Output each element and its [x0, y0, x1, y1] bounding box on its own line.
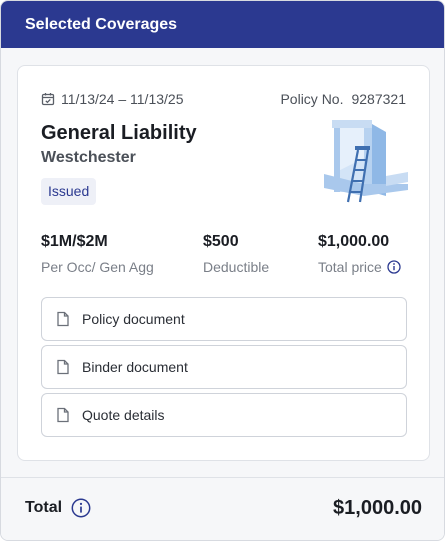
- binder-document-label: Binder document: [82, 359, 188, 375]
- binder-document-button[interactable]: Binder document: [41, 345, 407, 389]
- document-icon: [56, 407, 70, 423]
- info-icon[interactable]: [387, 260, 401, 274]
- document-icon: [56, 311, 70, 327]
- policy-number: Policy No. 9287321: [280, 90, 406, 108]
- deductible-value: $500: [203, 233, 239, 250]
- document-icon: [56, 359, 70, 375]
- policy-document-label: Policy document: [82, 311, 185, 327]
- info-icon[interactable]: [71, 498, 91, 518]
- limit-value: $1M/$2M: [41, 233, 108, 250]
- total-price-value: $1,000.00: [318, 233, 390, 250]
- status-badge: Issued: [41, 178, 97, 205]
- quote-details-button[interactable]: Quote details: [41, 393, 407, 437]
- date-range: 11/13/24 – 11/13/25: [61, 91, 184, 107]
- total-label-group: Total: [25, 495, 91, 521]
- panel-title: Selected Coverages: [25, 16, 178, 33]
- coverage-name: General Liability: [41, 122, 197, 144]
- calendar-check-icon: [41, 92, 55, 106]
- total-label: Total: [25, 499, 63, 516]
- policy-number-label: Policy No.: [280, 91, 344, 107]
- selected-coverages-panel: Selected Coverages 11/13/24 – 11/13/25 P…: [0, 0, 445, 541]
- coverage-card: 11/13/24 – 11/13/25 Policy No. 9287321 Ge…: [17, 65, 430, 461]
- policy-number-value: 9287321: [351, 91, 406, 107]
- limit-label: Per Occ/ Gen Agg: [41, 259, 154, 275]
- quote-details-label: Quote details: [82, 407, 165, 423]
- total-footer: Total $1,000.00: [1, 477, 444, 540]
- coverage-location: Westchester: [41, 149, 136, 166]
- policy-dates: 11/13/24 – 11/13/25: [41, 90, 183, 108]
- total-value: $1,000.00: [333, 497, 422, 519]
- total-price-stat: $1,000.00 Total price: [318, 233, 401, 275]
- deductible-label: Deductible: [203, 259, 270, 275]
- policy-document-button[interactable]: Policy document: [41, 297, 407, 341]
- ladder-illustration: [324, 118, 408, 204]
- panel-header: Selected Coverages: [1, 1, 444, 48]
- limit-stat: $1M/$2M Per Occ/ Gen Agg: [41, 233, 154, 275]
- total-price-label: Total price: [318, 259, 382, 275]
- deductible-stat: $500 Deductible: [203, 233, 269, 275]
